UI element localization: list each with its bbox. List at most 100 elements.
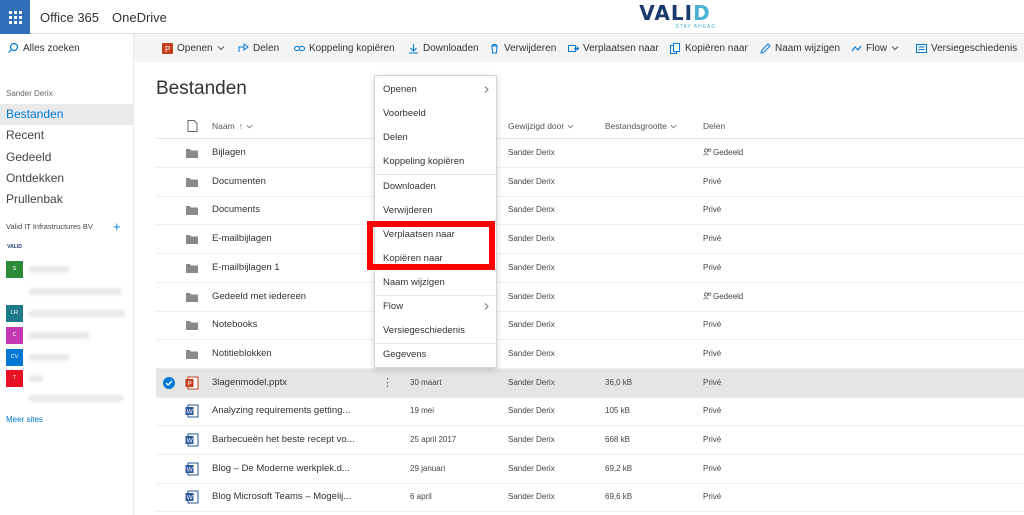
ctx-item-preview[interactable]: Voorbeeld xyxy=(375,103,496,125)
file-sharing-label: Privé xyxy=(703,320,722,330)
file-row[interactable]: W Analyzing requirements getting... 19 m… xyxy=(156,397,1024,427)
site-tile: LR xyxy=(6,304,23,322)
file-modified-by: Sander Derix xyxy=(508,377,555,387)
site-item[interactable]: VALID xyxy=(6,239,29,255)
site-name-blurred xyxy=(29,331,89,339)
more-options-icon[interactable]: ⋮ xyxy=(382,369,393,397)
folder-icon xyxy=(186,177,198,187)
checkmark-icon[interactable] xyxy=(163,376,175,389)
cmd-copy-to-button[interactable]: Kopiëren naar xyxy=(670,34,748,62)
site-item[interactable]: C xyxy=(6,326,89,344)
file-type-column-icon[interactable] xyxy=(187,113,198,139)
ctx-item-delete[interactable]: Verwijderen xyxy=(375,200,496,222)
file-row[interactable]: W Blog Microsoft Teams – Mogelij... 6 ap… xyxy=(156,483,1024,513)
file-row[interactable]: Notebooks Sander Derix Privé xyxy=(156,311,1024,341)
ctx-item-details[interactable]: Gegevens xyxy=(375,344,496,366)
file-name[interactable]: Barbecueën het beste recept vo... xyxy=(212,426,355,454)
file-row[interactable]: Documents Sander Derix Privé xyxy=(156,196,1024,226)
history-icon xyxy=(916,43,927,53)
ctx-item-open[interactable]: Openen xyxy=(375,79,496,101)
site-item[interactable]: LR xyxy=(6,304,125,322)
file-row[interactable]: E-mailbijlagen Sander Derix Privé xyxy=(156,225,1024,255)
folder-icon xyxy=(186,321,198,331)
cmd-rename-button[interactable]: Naam wijzigen xyxy=(760,34,840,62)
folder-icon xyxy=(186,149,198,158)
file-name[interactable]: Notitieblokken xyxy=(212,340,272,368)
cmd-version-history-button[interactable]: Versiegeschiedenis xyxy=(916,34,1017,62)
file-row[interactable]: W Blog – De Moderne werkplek.d... 29 jan… xyxy=(156,455,1024,484)
modified-by-column-label: Gewijzigd door xyxy=(508,121,565,131)
cmd-open-button[interactable]: P Openen xyxy=(162,34,229,62)
cmd-delete-button[interactable]: Verwijderen xyxy=(489,34,556,62)
search-label: Alles zoeken xyxy=(23,42,80,54)
onedrive-link[interactable]: OneDrive xyxy=(112,10,167,25)
file-modified-by: Sander Derix xyxy=(508,406,555,416)
nav-item-recent[interactable]: Recent xyxy=(0,125,134,146)
size-column-header[interactable]: Bestandsgrootte xyxy=(605,113,677,139)
file-modified-by: Sander Derix xyxy=(508,463,555,473)
site-item[interactable]: T xyxy=(6,369,43,387)
ctx-item-rename[interactable]: Naam wijzigen xyxy=(375,272,496,294)
ctx-item-version-history[interactable]: Versiegeschiedenis xyxy=(375,320,496,342)
ctx-item-open-label: Openen xyxy=(383,84,417,95)
site-item[interactable]: S xyxy=(6,260,69,278)
app-launcher-icon[interactable] xyxy=(0,0,30,34)
file-name[interactable]: Blog Microsoft Teams – Mogelij... xyxy=(212,483,351,511)
file-name[interactable]: Analyzing requirements getting... xyxy=(212,397,350,425)
site-item[interactable] xyxy=(6,390,123,406)
nav-item-bestanden[interactable]: Bestanden xyxy=(0,104,134,125)
cmd-copy-link-button[interactable]: Koppeling kopiëren xyxy=(294,34,395,62)
cmd-move-label: Verplaatsen naar xyxy=(583,42,659,54)
file-modified-by: Sander Derix xyxy=(508,348,555,358)
file-name[interactable]: Documents xyxy=(212,196,260,224)
ctx-item-share[interactable]: Delen xyxy=(375,127,496,149)
folder-icon xyxy=(186,235,198,245)
chevron-right-icon xyxy=(484,303,489,310)
file-modified-by: Sander Derix xyxy=(508,176,555,186)
nav-item-prullenbak[interactable]: Prullenbak xyxy=(0,189,134,210)
file-modified-by: Sander Derix xyxy=(508,320,555,330)
file-name[interactable]: Notebooks xyxy=(212,311,257,339)
file-row[interactable]: Bijlagen Sander Derix Gedeeld xyxy=(156,139,1024,168)
file-name[interactable]: E-mailbijlagen 1 xyxy=(212,254,280,282)
left-navigation: Alles zoeken Sander Derix Bestanden Rece… xyxy=(0,34,134,515)
sharing-column-header[interactable]: Delen xyxy=(703,113,725,139)
cmd-flow-button[interactable]: Flow xyxy=(851,34,903,62)
file-row[interactable]: Notitieblokken Sander Derix Privé xyxy=(156,340,1024,369)
add-site-icon[interactable]: + xyxy=(113,219,121,234)
cmd-move-button[interactable]: Verplaatsen naar xyxy=(568,34,659,62)
site-item[interactable] xyxy=(6,283,121,299)
rename-icon xyxy=(760,42,771,54)
nav-item-ontdekken[interactable]: Ontdekken xyxy=(0,168,134,189)
file-row[interactable]: Documenten Sander Derix Privé xyxy=(156,168,1024,197)
name-column-header[interactable]: Naam ↑ xyxy=(212,113,253,139)
cmd-share-button[interactable]: Delen xyxy=(238,34,279,62)
office365-link[interactable]: Office 365 xyxy=(40,10,99,25)
file-sharing-label: Privé xyxy=(703,463,722,473)
ctx-item-download[interactable]: Downloaden xyxy=(375,176,496,198)
file-row[interactable]: P 3lagenmodel.pptx ⋮ 30 maart Sander Der… xyxy=(156,368,1024,398)
nav-item-gedeeld[interactable]: Gedeeld xyxy=(0,147,134,168)
file-name[interactable]: 3lagenmodel.pptx xyxy=(212,369,287,397)
site-item[interactable]: CV xyxy=(6,348,69,366)
file-name[interactable]: Blog – De Moderne werkplek.d... xyxy=(212,455,350,483)
brand-name-main: VALI xyxy=(639,1,694,25)
more-sites-link[interactable]: Meer sites xyxy=(6,415,43,424)
file-name[interactable]: Bijlagen xyxy=(212,139,246,167)
file-modified: 6 april xyxy=(410,492,432,502)
file-name[interactable]: Documenten xyxy=(212,168,266,196)
file-name[interactable]: Gedeeld met iedereen xyxy=(212,283,306,311)
site-tile: CV xyxy=(6,348,23,366)
file-row[interactable]: E-mailbijlagen 1 Sander Derix Privé xyxy=(156,254,1024,283)
file-row[interactable]: Gedeeld met iedereen Sander Derix Gedeel… xyxy=(156,283,1024,312)
modified-by-column-header[interactable]: Gewijzigd door xyxy=(508,113,574,139)
ctx-item-flow[interactable]: Flow xyxy=(375,296,496,318)
cmd-flow-label: Flow xyxy=(866,42,888,54)
file-sharing: Privé xyxy=(703,340,721,368)
ctx-item-copy-link[interactable]: Koppeling kopiëren xyxy=(375,151,496,173)
search-box[interactable]: Alles zoeken xyxy=(0,34,134,62)
cmd-download-button[interactable]: Downloaden xyxy=(408,34,479,62)
file-sharing-label: Privé xyxy=(703,176,722,186)
file-name[interactable]: E-mailbijlagen xyxy=(212,225,272,253)
file-row[interactable]: W Barbecueën het beste recept vo... 25 a… xyxy=(156,426,1024,455)
